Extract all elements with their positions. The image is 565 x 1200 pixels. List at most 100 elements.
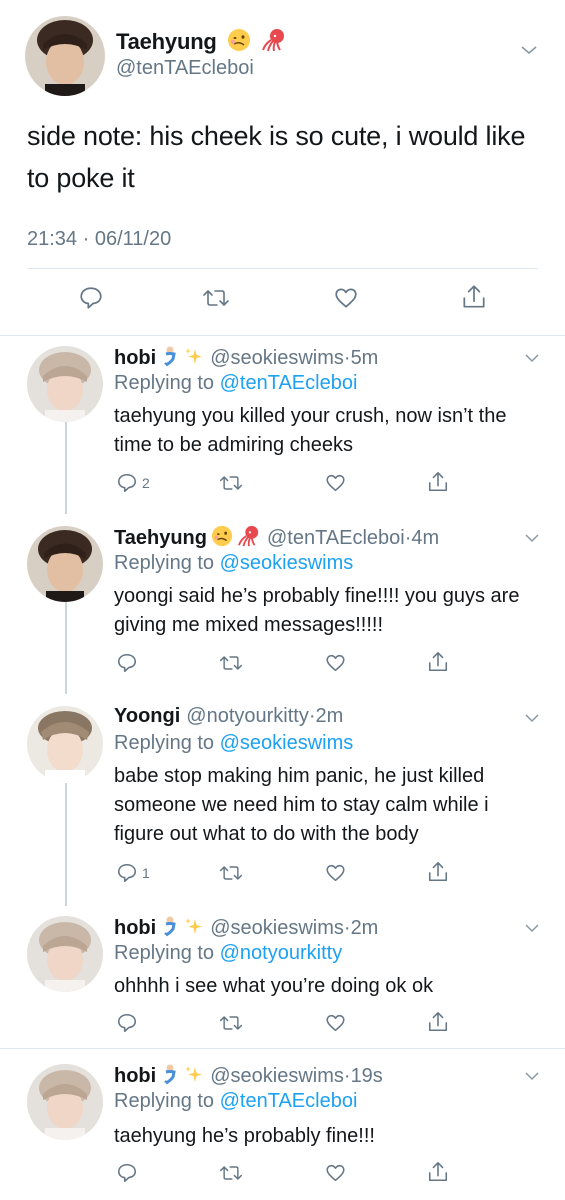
tweet-text: taehyung you killed your crush, now isn’… [114, 405, 507, 456]
tweet-text: babe stop making him panic, he just kill… [114, 765, 489, 845]
like-icon[interactable] [324, 652, 347, 674]
tweet-actions [0, 285, 565, 315]
reply-icon[interactable] [116, 1162, 138, 1184]
divider [0, 1048, 565, 1049]
divider [27, 268, 538, 269]
like-icon[interactable] [324, 1012, 347, 1034]
author-name[interactable]: Taehyung [116, 28, 287, 58]
reply-time[interactable]: 2m [351, 917, 379, 939]
replying-to: Replying to @seokieswims [114, 732, 354, 754]
tweet-timestamp[interactable]: 21:34 · 06/11/20 [27, 228, 171, 251]
avatar[interactable] [27, 526, 103, 602]
sparkles-emoji [184, 347, 204, 373]
like-icon[interactable] [324, 472, 347, 494]
tweet-actions: 2 [0, 472, 565, 496]
replying-to: Replying to @notyourkitty [114, 942, 343, 964]
avatar[interactable] [27, 916, 103, 992]
share-icon[interactable] [427, 860, 449, 884]
squid-emoji [237, 525, 261, 553]
author-handle[interactable]: @seokieswims [210, 917, 344, 939]
author-name[interactable]: hobi [114, 347, 156, 369]
reply-time[interactable]: 4m [411, 527, 439, 549]
reply-tweet[interactable]: Taehyung @tenTAEcleboi·4m Replying to @se… [0, 516, 565, 696]
reply-icon[interactable]: 1 [116, 862, 150, 884]
chevron-down-icon[interactable] [524, 710, 540, 728]
share-icon[interactable] [461, 283, 487, 311]
share-icon[interactable] [427, 470, 449, 494]
sparkles-emoji [184, 1065, 204, 1091]
avatar[interactable] [25, 16, 105, 96]
avatar[interactable] [27, 1064, 103, 1140]
reply-time[interactable]: 2m [316, 705, 344, 727]
retweet-icon[interactable] [202, 285, 230, 311]
like-icon[interactable] [324, 1162, 347, 1184]
retweet-icon[interactable] [219, 472, 243, 494]
replying-to: Replying to @tenTAEcleboi [114, 1090, 358, 1112]
reply-tweet[interactable]: hobi @seokieswims·2m Replying to @notyour… [0, 906, 565, 1048]
retweet-icon[interactable] [219, 1012, 243, 1034]
sparkles-emoji [184, 917, 204, 943]
chevron-down-icon[interactable] [524, 920, 540, 938]
tweet-text: taehyung he’s probably fine!!! [114, 1125, 375, 1147]
mention-link[interactable]: @tenTAEcleboi [220, 372, 358, 394]
merperson-emoji [160, 1063, 180, 1091]
chevron-down-icon[interactable] [524, 350, 540, 368]
author-name[interactable]: Yoongi [114, 705, 180, 727]
reply-icon[interactable] [116, 652, 138, 674]
author-name[interactable]: Taehyung [114, 527, 207, 549]
reply-icon[interactable]: 2 [116, 472, 150, 494]
like-icon[interactable] [324, 862, 347, 884]
reply-icon[interactable] [78, 285, 104, 311]
tweet-actions [0, 1012, 565, 1036]
author-handle[interactable]: @seokieswims [210, 347, 344, 369]
chevron-down-icon[interactable] [524, 1068, 540, 1086]
avatar[interactable] [27, 346, 103, 422]
reply-count: 2 [142, 475, 150, 491]
reply-tweet[interactable]: Yoongi @notyourkitty·2m Replying to @seok… [0, 696, 565, 906]
reply-tweet[interactable]: hobi @seokieswims·5m Replying to @tenTAEc… [0, 336, 565, 514]
author-name[interactable]: hobi [114, 917, 156, 939]
merperson-emoji [160, 345, 180, 373]
author-handle[interactable]: @tenTAEcleboi [116, 57, 254, 80]
squid-emoji [261, 28, 287, 58]
mention-link[interactable]: @seokieswims [220, 732, 354, 754]
reply-time[interactable]: 5m [351, 347, 379, 369]
woozy-face-emoji [211, 525, 233, 553]
share-icon[interactable] [427, 1010, 449, 1034]
reply-tweet[interactable]: hobi @seokieswims·19s Replying to @tenTAE… [0, 1050, 565, 1200]
tweet-actions [0, 652, 565, 676]
share-icon[interactable] [427, 1160, 449, 1184]
reply-header: hobi @seokieswims·5m [114, 345, 378, 373]
reply-count: 1 [142, 865, 150, 881]
retweet-icon[interactable] [219, 652, 243, 674]
share-icon[interactable] [427, 650, 449, 674]
main-tweet: Taehyung @tenTAEcleboi side note: his ch… [0, 0, 565, 335]
mention-link[interactable]: @seokieswims [220, 552, 354, 574]
reply-header: Taehyung @tenTAEcleboi·4m [114, 525, 439, 553]
chevron-down-icon[interactable] [520, 43, 538, 61]
tweet-text: side note: his cheek is so cute, i would… [27, 121, 526, 193]
mention-link[interactable]: @notyourkitty [220, 942, 343, 964]
reply-header: hobi @seokieswims·19s [114, 1063, 383, 1091]
replying-to: Replying to @tenTAEcleboi [114, 372, 358, 394]
mention-link[interactable]: @tenTAEcleboi [220, 1090, 358, 1112]
chevron-down-icon[interactable] [524, 530, 540, 548]
author-handle[interactable]: @notyourkitty [186, 705, 309, 727]
avatar[interactable] [27, 706, 103, 782]
reply-time[interactable]: 19s [351, 1065, 383, 1087]
reply-icon[interactable] [116, 1012, 138, 1034]
retweet-icon[interactable] [219, 862, 243, 884]
tweet-actions: 1 [0, 862, 565, 886]
retweet-icon[interactable] [219, 1162, 243, 1184]
replying-to: Replying to @seokieswims [114, 552, 354, 574]
reply-header: Yoongi @notyourkitty·2m [114, 705, 344, 727]
author-handle[interactable]: @seokieswims [210, 1065, 344, 1087]
reply-header: hobi @seokieswims·2m [114, 915, 378, 943]
merperson-emoji [160, 915, 180, 943]
woozy-face-emoji [227, 28, 251, 58]
author-name[interactable]: hobi [114, 1065, 156, 1087]
tweet-actions [0, 1162, 565, 1186]
author-handle[interactable]: @tenTAEcleboi [267, 527, 405, 549]
like-icon[interactable] [332, 285, 360, 311]
tweet-text: yoongi said he’s probably fine!!!! you g… [114, 585, 520, 636]
